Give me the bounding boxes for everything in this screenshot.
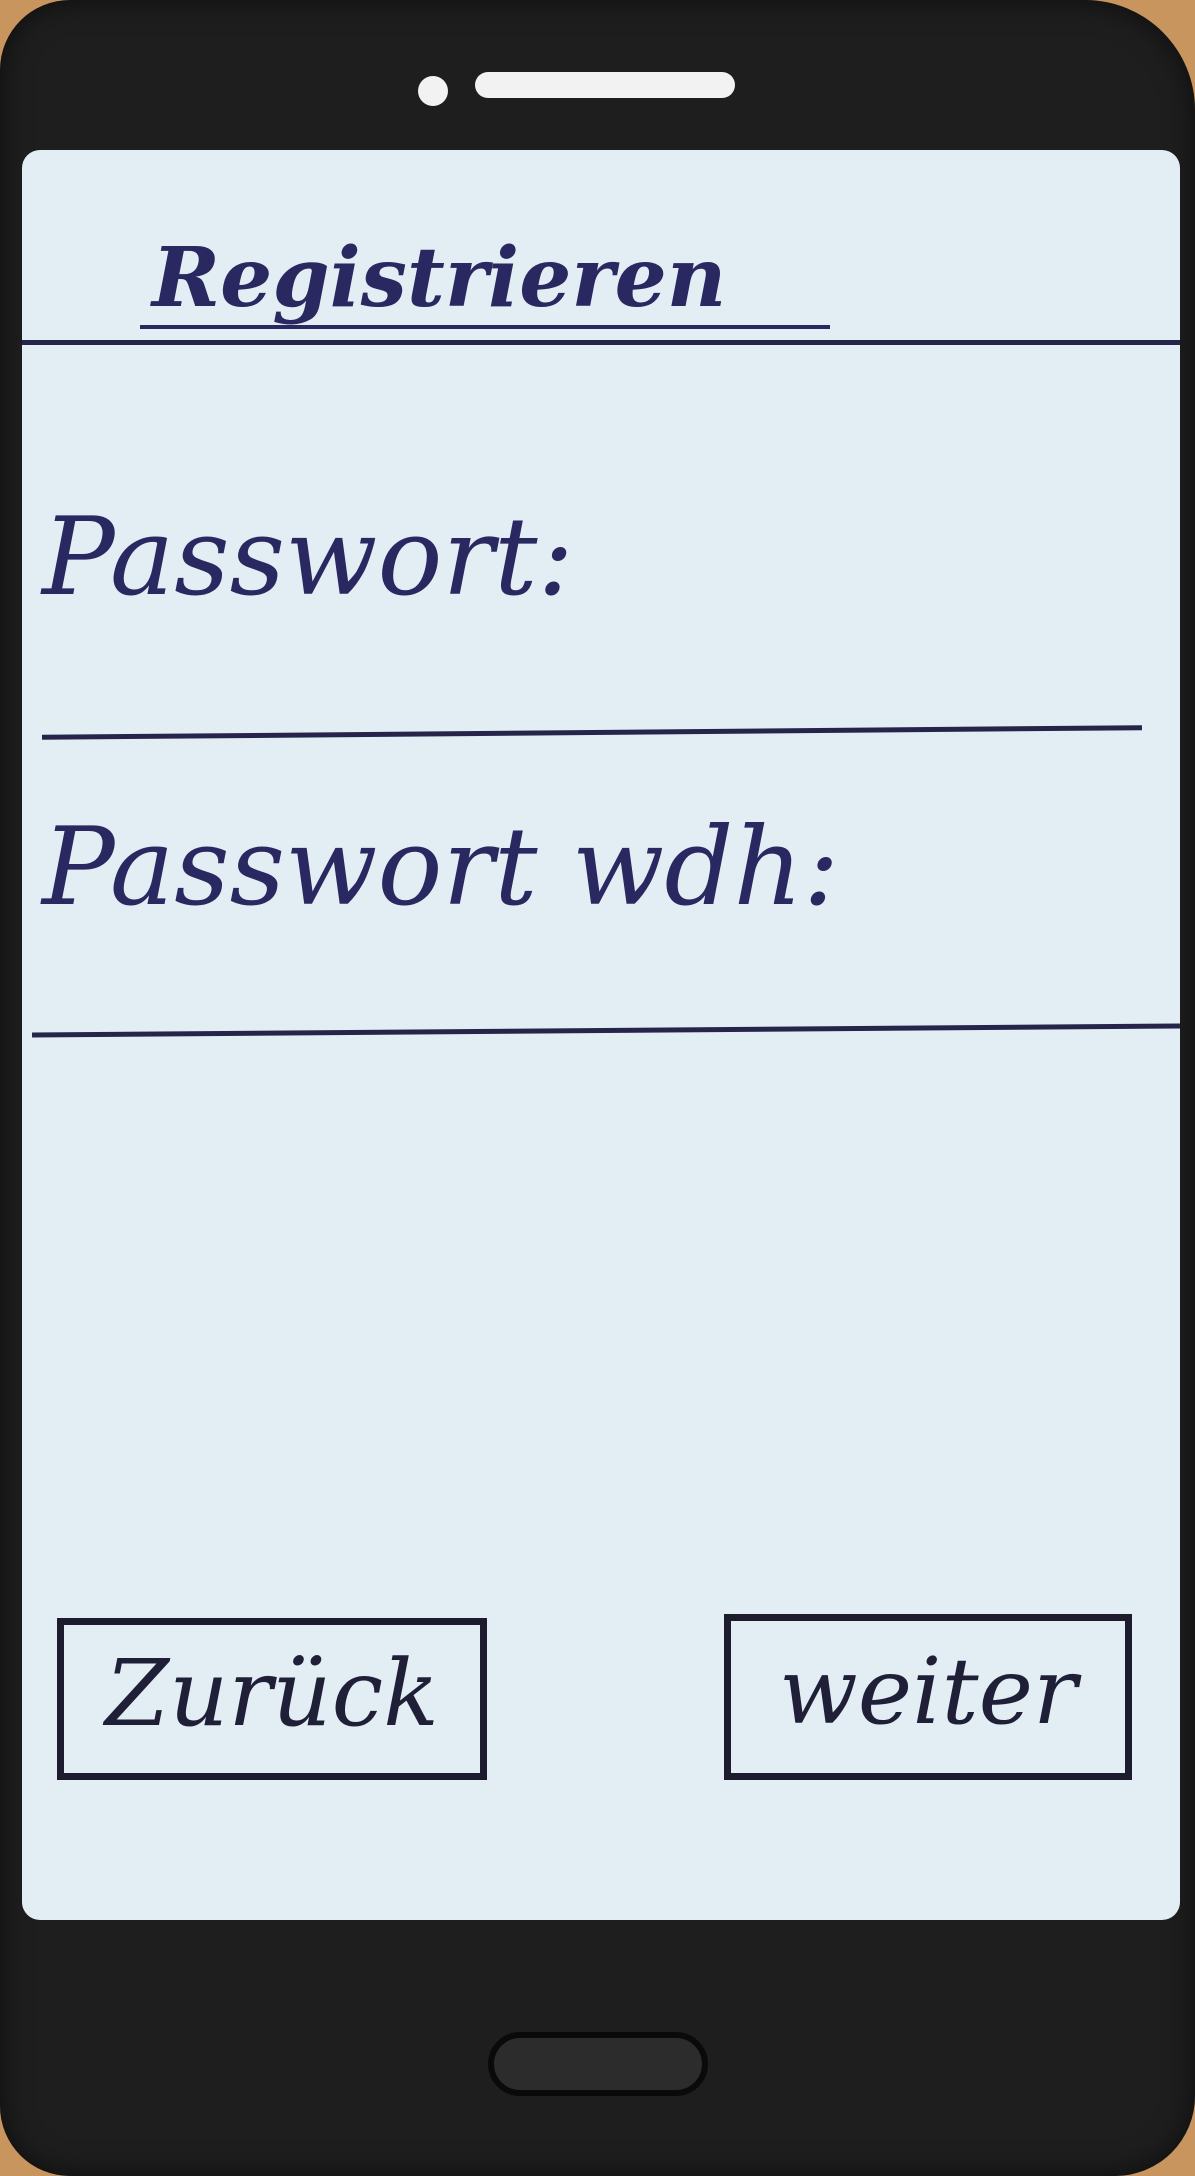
earpiece-speaker	[475, 72, 735, 98]
phone-frame: Registrieren Passwort: Passwort wdh: Zur…	[0, 0, 1195, 2176]
password-input-line	[41, 725, 1143, 740]
password-repeat-input[interactable]	[42, 940, 1164, 1022]
title-underline	[140, 325, 830, 329]
page-title: Registrieren	[152, 230, 727, 326]
phone-screen: Registrieren Passwort: Passwort wdh: Zur…	[22, 150, 1180, 1920]
password-label: Passwort:	[42, 495, 574, 620]
password-repeat-input-line	[31, 1023, 1180, 1038]
back-button[interactable]: Zurück	[57, 1618, 487, 1780]
password-repeat-label: Passwort wdh:	[42, 805, 840, 930]
home-button[interactable]	[488, 2032, 708, 2096]
next-button[interactable]: weiter	[724, 1614, 1132, 1780]
header-divider	[22, 340, 1180, 345]
password-input[interactable]	[42, 640, 1164, 722]
front-camera-icon	[418, 76, 448, 106]
